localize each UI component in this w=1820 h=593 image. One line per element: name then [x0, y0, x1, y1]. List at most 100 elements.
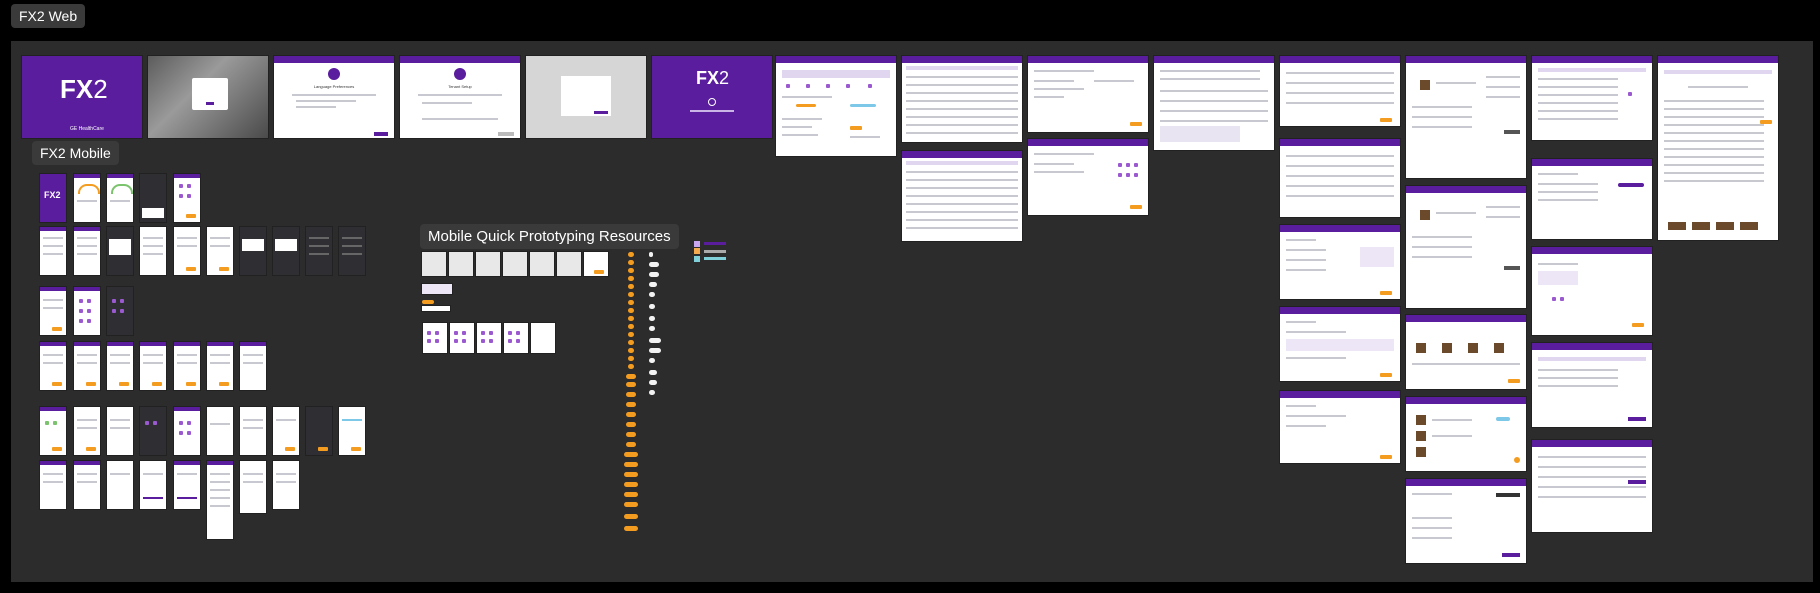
resource-grid-1[interactable]	[423, 323, 447, 353]
page-label-fx2-mobile[interactable]: FX2 Mobile	[32, 141, 119, 165]
ge-healthcare-brand: GE HealthCare	[70, 126, 104, 132]
web-column-a-frame-5[interactable]	[1280, 391, 1400, 463]
resource-grid-3[interactable]	[477, 323, 501, 353]
web-language-frame[interactable]: Language Preferences	[274, 56, 394, 138]
page-label-fx2-web[interactable]: FX2 Web	[11, 4, 86, 28]
web-column-b-frame-5[interactable]	[1406, 479, 1526, 563]
mobile-screens-group: FX2	[34, 174, 386, 574]
fx2-logo-loading: FX2	[696, 68, 730, 88]
web-column-c-frame-1[interactable]	[1532, 56, 1652, 140]
mobile-frame-r5-9[interactable]	[306, 407, 332, 455]
web-list-frame[interactable]	[1154, 56, 1274, 150]
web-column-d-frame[interactable]	[1658, 56, 1778, 240]
mobile-frame-r6-3[interactable]	[107, 461, 133, 509]
web-column-a-frame-3[interactable]	[1280, 225, 1400, 299]
mobile-frame-r4-2[interactable]	[74, 342, 100, 390]
resource-grid-5[interactable]	[531, 323, 555, 353]
resource-tile-5[interactable]	[530, 252, 554, 276]
mobile-frame-r6-6[interactable]	[207, 461, 233, 539]
web-table-frame-1[interactable]	[902, 56, 1022, 142]
mobile-frame-r5-10[interactable]	[339, 407, 365, 455]
mobile-frame-r5-5[interactable]	[174, 407, 200, 455]
mobile-frame-r4-5[interactable]	[174, 342, 200, 390]
web-column-a-frame-1[interactable]	[1280, 56, 1400, 126]
resource-component-card[interactable]	[422, 284, 452, 294]
web-column-c-frame-3[interactable]	[1532, 247, 1652, 335]
swatch-bar-1[interactable]	[704, 242, 726, 245]
resource-tile-1[interactable]	[422, 252, 446, 276]
web-column-c-frame-5[interactable]	[1532, 440, 1652, 532]
mobile-frame-r5-8[interactable]	[273, 407, 299, 455]
mobile-frame-r3-1[interactable]	[40, 287, 66, 335]
swatch-bar-2[interactable]	[704, 250, 726, 253]
mobile-frame-r1-3[interactable]	[107, 174, 133, 222]
resource-tile-3[interactable]	[476, 252, 500, 276]
web-column-b-frame-4[interactable]	[1406, 397, 1526, 471]
mobile-frame-r1-4[interactable]	[140, 174, 166, 222]
mobile-frame-r2-5[interactable]	[174, 227, 200, 275]
mobile-frame-r3-3[interactable]	[107, 287, 133, 335]
web-modal-frame[interactable]	[526, 56, 646, 138]
web-column-c-frame-4[interactable]	[1532, 343, 1652, 427]
web-loading-frame[interactable]: FX2	[652, 56, 772, 138]
web-form-frame-1[interactable]	[1028, 56, 1148, 132]
mobile-frame-r6-2[interactable]	[74, 461, 100, 509]
swatch-teal[interactable]	[694, 256, 700, 262]
web-table-frame-2[interactable]	[902, 151, 1022, 241]
web-column-b-frame-3[interactable]	[1406, 315, 1526, 389]
web-column-a-frame-2[interactable]	[1280, 139, 1400, 217]
mobile-frame-r2-10[interactable]	[339, 227, 365, 275]
web-dashboard-frame[interactable]	[776, 56, 896, 156]
design-canvas[interactable]: FX2 GE HealthCare Language Preferences T…	[11, 41, 1813, 582]
resource-tile-6[interactable]	[557, 252, 581, 276]
mobile-frame-r5-2[interactable]	[74, 407, 100, 455]
swatch-orange[interactable]	[694, 248, 700, 254]
mobile-frame-r4-4[interactable]	[140, 342, 166, 390]
web-column-c-frame-2[interactable]	[1532, 159, 1652, 239]
mobile-frame-r5-3[interactable]	[107, 407, 133, 455]
mobile-frame-r6-4[interactable]	[140, 461, 166, 509]
mobile-frame-r1-2[interactable]	[74, 174, 100, 222]
web-form-frame-2[interactable]	[1028, 139, 1148, 215]
web-tenant-frame[interactable]: Tenant Setup	[400, 56, 520, 138]
mobile-frame-r4-7[interactable]	[240, 342, 266, 390]
mobile-splash-frame[interactable]: FX2	[40, 174, 66, 222]
mobile-frame-r6-5[interactable]	[174, 461, 200, 509]
mobile-frame-r5-4[interactable]	[140, 407, 166, 455]
resource-tile-7[interactable]	[584, 252, 608, 276]
mobile-frame-r2-6[interactable]	[207, 227, 233, 275]
resource-grid-2[interactable]	[450, 323, 474, 353]
resource-input-sample[interactable]	[422, 306, 450, 311]
mobile-frame-r4-3[interactable]	[107, 342, 133, 390]
section-label-prototyping-resources[interactable]: Mobile Quick Prototyping Resources	[420, 224, 679, 249]
mobile-frame-r5-1[interactable]	[40, 407, 66, 455]
mobile-frame-r6-7[interactable]	[240, 461, 266, 513]
resource-tile-2[interactable]	[449, 252, 473, 276]
swatch-purple[interactable]	[694, 241, 700, 247]
mobile-frame-r4-1[interactable]	[40, 342, 66, 390]
mobile-frame-r6-8[interactable]	[273, 461, 299, 509]
mobile-frame-r2-8[interactable]	[273, 227, 299, 275]
mobile-frame-r6-1[interactable]	[40, 461, 66, 509]
resource-tile-4[interactable]	[503, 252, 527, 276]
web-column-b-frame-1[interactable]	[1406, 56, 1526, 178]
mobile-frame-r2-7[interactable]	[240, 227, 266, 275]
mobile-frame-r5-7[interactable]	[240, 407, 266, 455]
mobile-frame-r2-1[interactable]	[40, 227, 66, 275]
mobile-frame-r4-6[interactable]	[207, 342, 233, 390]
swatch-bar-3[interactable]	[704, 257, 726, 260]
web-column-a-frame-4[interactable]	[1280, 307, 1400, 381]
mobile-frame-r2-2[interactable]	[74, 227, 100, 275]
mobile-frame-r2-4[interactable]	[140, 227, 166, 275]
mobile-frame-r1-5[interactable]	[174, 174, 200, 222]
mobile-frame-r2-3[interactable]	[107, 227, 133, 275]
white-button-stack	[649, 252, 665, 402]
web-login-photo-frame[interactable]	[148, 56, 268, 138]
web-column-b-frame-2[interactable]	[1406, 186, 1526, 308]
mobile-frame-r3-2[interactable]	[74, 287, 100, 335]
mobile-frame-r2-9[interactable]	[306, 227, 332, 275]
web-splash-frame[interactable]: FX2 GE HealthCare	[22, 56, 142, 138]
resource-orange-pill[interactable]	[422, 300, 434, 304]
resource-grid-4[interactable]	[504, 323, 528, 353]
mobile-frame-r5-6[interactable]	[207, 407, 233, 455]
